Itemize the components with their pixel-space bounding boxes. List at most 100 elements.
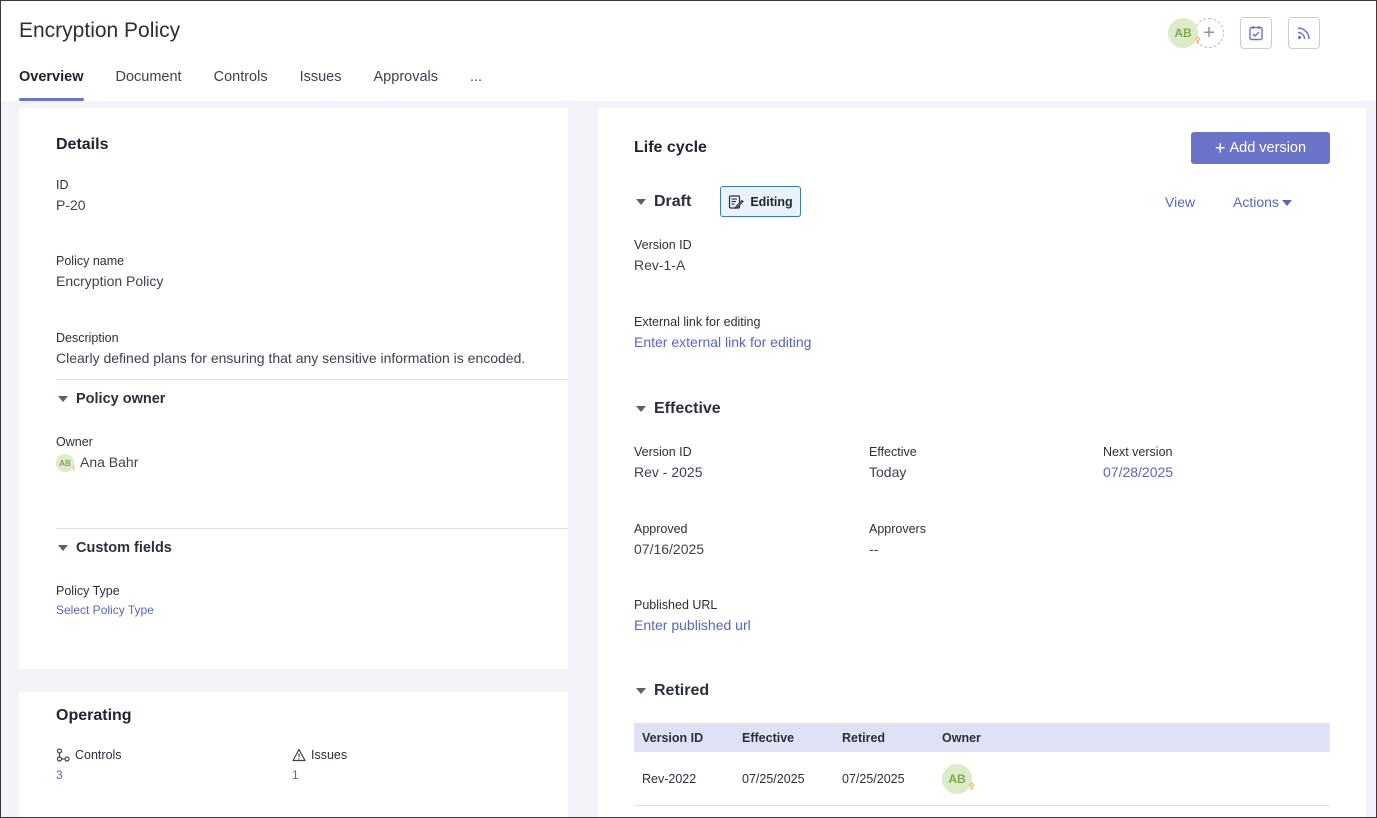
caret-down-icon [636, 688, 646, 694]
column-header[interactable]: Version ID [634, 731, 734, 745]
add-version-label: Add version [1229, 140, 1307, 156]
custom-fields-heading: Custom fields [76, 540, 172, 556]
content-area: Details ID P-20 Policy name Encryption P… [1, 101, 1376, 817]
description-value: Clearly defined plans for ensuring that … [56, 350, 526, 366]
key-icon: ⚴ [968, 780, 975, 791]
issues-count-link[interactable]: 1 [292, 768, 347, 782]
tab-overview[interactable]: Overview [19, 69, 84, 101]
key-icon: ⚴ [71, 466, 76, 473]
column-header[interactable]: Owner [934, 731, 1084, 745]
plus-icon: + [1203, 21, 1215, 44]
next-version-label: Next version [1103, 445, 1173, 459]
draft-version-value: Rev-1-A [634, 257, 686, 273]
avatar[interactable]: AB ⚴ [1168, 18, 1201, 48]
issues-label-row: Issues [292, 748, 347, 762]
key-icon: ⚴ [1194, 35, 1201, 45]
approved-value: 07/16/2025 [634, 541, 705, 557]
draft-version-field: Version ID Rev-1-A [634, 238, 692, 273]
tab-more[interactable]: ... [470, 69, 482, 101]
external-link-label: External link for editing [634, 315, 761, 329]
actions-dropdown[interactable]: Actions [1233, 194, 1292, 210]
tab-approvals[interactable]: Approvals [374, 69, 438, 101]
published-url-label: Published URL [634, 598, 718, 612]
header-actions: AB ⚴ + [1168, 17, 1320, 49]
description-label: Description [56, 331, 119, 345]
rss-feed-button[interactable] [1288, 17, 1320, 49]
operating-title: Operating [56, 707, 132, 724]
effective-toggle[interactable]: Effective [636, 400, 721, 418]
approvers-label: Approvers [869, 522, 926, 536]
actions-label: Actions [1233, 194, 1279, 210]
select-policy-type-link[interactable]: Select Policy Type [56, 603, 154, 617]
add-version-button[interactable]: + Add version [1191, 132, 1330, 164]
avatar-initials: AB [1174, 26, 1192, 40]
owner-label: Owner [56, 435, 93, 449]
next-version-link[interactable]: 07/28/2025 [1103, 464, 1173, 480]
effective-version-label: Version ID [634, 445, 692, 459]
policy-owner-toggle[interactable]: Policy owner [58, 391, 165, 407]
policy-name-field: Policy name Encryption Policy [56, 254, 163, 289]
controls-label: Controls [75, 748, 122, 762]
id-label: ID [56, 178, 69, 192]
plus-icon: + [1214, 137, 1226, 158]
policy-owner-heading: Policy owner [76, 391, 166, 407]
view-link[interactable]: View [1165, 194, 1195, 210]
cell-effective: 07/25/2025 [742, 771, 805, 786]
edit-document-icon [729, 194, 745, 209]
cell-retired: 07/25/2025 [842, 771, 905, 786]
effective-heading: Effective [654, 400, 721, 417]
details-title: Details [56, 136, 109, 153]
policy-type-label: Policy Type [56, 584, 120, 598]
editing-badge-label: Editing [750, 194, 793, 209]
app-window: Encryption Policy Overview Document Cont… [0, 0, 1377, 818]
details-card: Details ID P-20 Policy name Encryption P… [19, 108, 568, 669]
avatar[interactable]: AB ⚴ [942, 763, 975, 794]
retired-toggle[interactable]: Retired [636, 682, 709, 700]
page-title: Encryption Policy [19, 19, 181, 42]
retired-heading: Retired [654, 682, 710, 699]
editing-status-badge: Editing [720, 186, 801, 217]
owner-name: Ana Bahr [80, 454, 139, 470]
tab-document[interactable]: Document [116, 69, 182, 101]
tab-issues[interactable]: Issues [300, 69, 342, 101]
published-url-field: Published URL Enter published url [634, 598, 751, 633]
controls-count-link[interactable]: 3 [56, 768, 122, 782]
task-calendar-button[interactable] [1240, 17, 1272, 49]
effective-date-value: Today [869, 464, 907, 480]
policy-type-field: Policy Type Select Policy Type [56, 584, 154, 617]
effective-date-label: Effective [869, 445, 917, 459]
tab-bar: Overview Document Controls Issues Approv… [19, 69, 514, 101]
divider [56, 379, 568, 380]
cell-owner: AB ⚴ [934, 763, 1084, 794]
column-header[interactable]: Retired [834, 731, 934, 745]
custom-fields-toggle[interactable]: Custom fields [58, 540, 172, 556]
lifecycle-card: Life cycle + Add version Draft Editing V… [598, 108, 1366, 817]
controls-stat: Controls 3 [56, 748, 122, 782]
draft-heading: Draft [654, 193, 692, 210]
cell-version: Rev-2022 [642, 771, 697, 786]
owner-avatar: AB ⚴ [56, 454, 76, 473]
external-link-input[interactable]: Enter external link for editing [634, 334, 811, 350]
published-url-input[interactable]: Enter published url [634, 617, 751, 633]
column-header[interactable]: Effective [734, 731, 834, 745]
approved-field: Approved 07/16/2025 [634, 522, 704, 557]
effective-version-value: Rev - 2025 [634, 464, 703, 480]
caret-down-icon [1281, 200, 1292, 207]
retired-table: Version ID Effective Retired Owner Rev-2… [634, 723, 1330, 806]
caret-down-icon [58, 545, 68, 551]
id-field: ID P-20 [56, 178, 86, 213]
table-header: Version ID Effective Retired Owner [634, 723, 1330, 752]
owner-value: AB ⚴ Ana Bahr [56, 454, 139, 473]
owner-avatar-initials: AB [59, 458, 71, 468]
owner-field: Owner AB ⚴ Ana Bahr [56, 435, 139, 473]
caret-down-icon [636, 406, 646, 412]
divider [56, 528, 568, 529]
rss-feed-icon [1297, 27, 1310, 40]
task-calendar-icon [1249, 26, 1263, 41]
avatar-initials: AB [948, 771, 966, 786]
external-link-field: External link for editing Enter external… [634, 315, 811, 350]
operating-card: Operating Controls 3 Issues 1 [19, 692, 568, 817]
table-row[interactable]: Rev-2022 07/25/2025 07/25/2025 AB ⚴ [634, 752, 1330, 806]
tab-controls[interactable]: Controls [214, 69, 268, 101]
draft-toggle[interactable]: Draft [636, 193, 691, 211]
